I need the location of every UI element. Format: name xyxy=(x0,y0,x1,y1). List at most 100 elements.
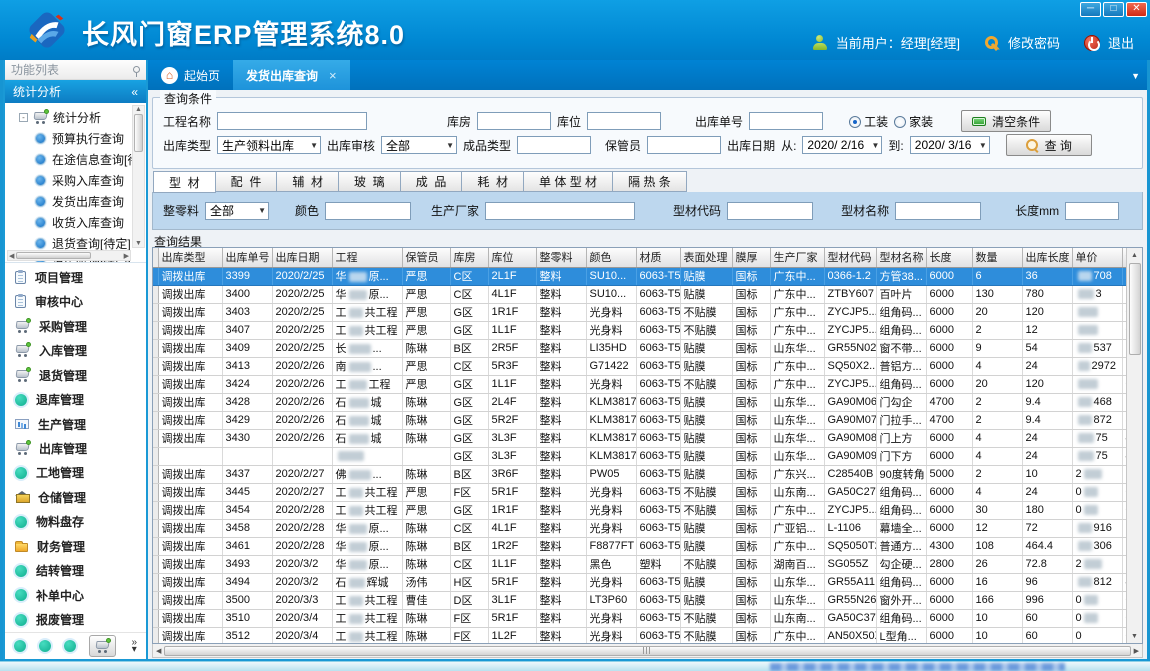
column-header[interactable]: 膜厚 xyxy=(732,248,770,267)
quick-dot-icon[interactable] xyxy=(14,640,26,652)
table-row[interactable]: 调拨出库35102020/3/4工共工程陈琳F区5R1F整料光身料6063-T5… xyxy=(153,609,1126,627)
column-header[interactable]: 出库长度 xyxy=(1022,248,1072,267)
table-row[interactable]: 调拨出库34282020/2/26石城陈琳G区2L4F整料KLM38176063… xyxy=(153,393,1126,411)
table-row[interactable]: 调拨出库34942020/3/2石辉城汤伟H区5R1F整料光身料6063-T5贴… xyxy=(153,573,1126,591)
sidebar-menu-item[interactable]: 工地管理 xyxy=(15,461,146,485)
project-name-input[interactable] xyxy=(217,112,367,130)
quick-dot-icon[interactable] xyxy=(39,640,51,652)
sidebar-menu-item[interactable]: 仓储管理 xyxy=(15,485,146,509)
sidebar-menu-item[interactable]: 出库管理 xyxy=(15,437,146,461)
tree-root-statistics[interactable]: - 统计分析 xyxy=(19,109,130,126)
table-row[interactable]: 调拨出库34292020/2/26石城陈琳G区5R2F整料KLM38176063… xyxy=(153,411,1126,429)
table-row[interactable]: 调拨出库35002020/3/3工共工程曹佳D区3L1F整料LT3P606063… xyxy=(153,591,1126,609)
color-input[interactable] xyxy=(325,202,411,220)
column-header[interactable]: 出库单号 xyxy=(222,248,272,267)
tree-horizontal-scrollbar[interactable]: ◀ ▶ xyxy=(7,250,131,261)
factory-input[interactable] xyxy=(485,202,635,220)
sidebar-menu-item[interactable]: 项目管理 xyxy=(15,265,146,289)
scrollbar-thumb[interactable] xyxy=(16,252,90,259)
column-header[interactable]: 整零料 xyxy=(536,248,586,267)
pin-icon[interactable] xyxy=(133,66,140,73)
close-button[interactable]: ✕ xyxy=(1126,2,1147,17)
scroll-right-icon[interactable]: ▶ xyxy=(124,252,129,260)
column-header[interactable]: 库位 xyxy=(488,248,536,267)
scroll-up-icon[interactable]: ▲ xyxy=(135,106,142,113)
table-row[interactable]: 调拨出库34092020/2/25长...陈琳B区2R5F整料LI35HD606… xyxy=(153,339,1126,357)
column-header[interactable]: 型材名称 xyxy=(876,248,926,267)
scrollbar-thumb[interactable] xyxy=(164,646,1130,656)
order-no-input[interactable] xyxy=(749,112,823,130)
date-from-select[interactable]: 2020/ 2/16▼ xyxy=(802,136,882,154)
date-to-select[interactable]: 2020/ 3/16▼ xyxy=(910,136,990,154)
material-tab[interactable]: 型 材 xyxy=(153,171,216,193)
outbound-type-select[interactable]: 生产领料出库▼ xyxy=(217,136,321,154)
profile-code-input[interactable] xyxy=(727,202,813,220)
tree-item[interactable]: 预算执行查询 xyxy=(35,128,130,149)
maximize-button[interactable]: □ xyxy=(1103,2,1124,17)
material-tab[interactable]: 成 品 xyxy=(401,171,463,192)
tab-overflow-arrow-icon[interactable]: ▼ xyxy=(1131,71,1140,81)
column-header[interactable]: 单价 xyxy=(1072,248,1122,267)
table-row[interactable]: 调拨出库35122020/3/4工共工程陈琳F区1L2F整料光身料6063-T5… xyxy=(153,627,1126,643)
tab-shipping-outbound-query[interactable]: 发货出库查询 × xyxy=(233,60,350,90)
material-tab[interactable]: 耗 材 xyxy=(462,171,524,192)
material-tab[interactable]: 配 件 xyxy=(216,171,278,192)
table-row[interactable]: 调拨出库34372020/2/27佛...陈琳B区3R6F整料PW056063-… xyxy=(153,465,1126,483)
tab-home[interactable]: ⌂ 起始页 xyxy=(148,60,233,90)
sidebar-menu-item[interactable]: 补单中心 xyxy=(15,583,146,607)
sidebar-menu-item[interactable]: 结转管理 xyxy=(15,559,146,583)
table-row[interactable]: 调拨出库34072020/2/25工共工程严思G区1L1F整料光身料6063-T… xyxy=(153,321,1126,339)
tree-vertical-scrollbar[interactable]: ▲ ▼ xyxy=(132,105,145,248)
radio-gongzhuang[interactable]: 工装 xyxy=(849,113,888,130)
column-header[interactable]: 数量 xyxy=(972,248,1022,267)
table-row[interactable]: 调拨出库34002020/2/25华原...严思C区4L1F整料SU10...6… xyxy=(153,285,1126,303)
logout-link[interactable]: 退出 xyxy=(1108,33,1134,52)
sidebar-menu-item[interactable]: 审核中心 xyxy=(15,290,146,314)
table-row[interactable]: 调拨出库34242020/2/26工工程严思G区1L1F整料光身料6063-T5… xyxy=(153,375,1126,393)
table-row[interactable]: 调拨出库34582020/2/28华原...陈琳C区4L1F整料光身料6063-… xyxy=(153,519,1126,537)
grid-horizontal-scrollbar[interactable]: ◀ ▶ xyxy=(152,644,1143,658)
column-header[interactable]: 生产厂家 xyxy=(770,248,824,267)
column-header[interactable]: 出库类型 xyxy=(158,248,222,267)
keeper-input[interactable] xyxy=(647,136,721,154)
scroll-down-icon[interactable]: ▼ xyxy=(135,240,142,247)
table-row[interactable]: 调拨出库34542020/2/28工共工程严思G区1R1F整料光身料6063-T… xyxy=(153,501,1126,519)
search-button[interactable]: 查 询 xyxy=(1006,134,1092,156)
material-tab[interactable]: 辅 材 xyxy=(277,171,339,192)
quick-cart-button[interactable] xyxy=(89,635,116,657)
table-row[interactable]: 调拨出库34302020/2/26石城陈琳G区3L3F整料KLM38176063… xyxy=(153,429,1126,447)
material-tab[interactable]: 隔 热 条 xyxy=(613,171,687,192)
quick-dot-icon[interactable] xyxy=(64,640,76,652)
table-row[interactable]: 调拨出库34132020/2/26南...严思C区5R3F整料G71422606… xyxy=(153,357,1126,375)
length-input[interactable] xyxy=(1065,202,1119,220)
tree-item[interactable]: 发货出库查询 xyxy=(35,191,130,212)
column-header[interactable]: 保管员 xyxy=(402,248,450,267)
sidebar-menu-item[interactable]: 采购管理 xyxy=(15,314,146,338)
column-header[interactable]: 出库日期 xyxy=(272,248,332,267)
audit-select[interactable]: 全部▼ xyxy=(381,136,457,154)
scroll-down-icon[interactable]: ▼ xyxy=(1131,629,1138,643)
location-input[interactable] xyxy=(587,112,661,130)
tree-item[interactable]: 收货入库查询 xyxy=(35,212,130,233)
scrollbar-thumb[interactable] xyxy=(1129,263,1141,355)
part-select[interactable]: 全部▼ xyxy=(205,202,269,220)
change-password-link[interactable]: 修改密码 xyxy=(1008,33,1060,52)
sidebar-menu-item[interactable]: 入库管理 xyxy=(15,339,146,363)
close-tab-icon[interactable]: × xyxy=(329,68,337,83)
column-header[interactable]: 工程 xyxy=(332,248,402,267)
scrollbar-thumb[interactable] xyxy=(134,114,143,152)
warehouse-input[interactable] xyxy=(477,112,551,130)
sidebar-menu-item[interactable]: 退库管理 xyxy=(15,388,146,412)
scroll-up-icon[interactable]: ▲ xyxy=(1131,248,1138,262)
sidebar-menu-item[interactable]: 报废管理 xyxy=(15,608,146,632)
minimize-button[interactable]: ─ xyxy=(1080,2,1101,17)
collapse-icon[interactable]: « xyxy=(131,85,138,99)
material-tab[interactable]: 玻 璃 xyxy=(339,171,401,192)
table-row[interactable]: 调拨出库34612020/2/28华原...陈琳B区1R2F整料F8877FT6… xyxy=(153,537,1126,555)
column-header[interactable]: 颜色 xyxy=(586,248,636,267)
sidebar-menu-item[interactable]: 物料盘存 xyxy=(15,510,146,534)
tree-expander-icon[interactable]: - xyxy=(19,113,28,122)
profile-name-input[interactable] xyxy=(895,202,981,220)
scroll-left-icon[interactable]: ◀ xyxy=(156,647,161,655)
table-row[interactable]: 调拨出库33992020/2/25华原...严思C区2L1F整料SU10...6… xyxy=(153,267,1126,285)
